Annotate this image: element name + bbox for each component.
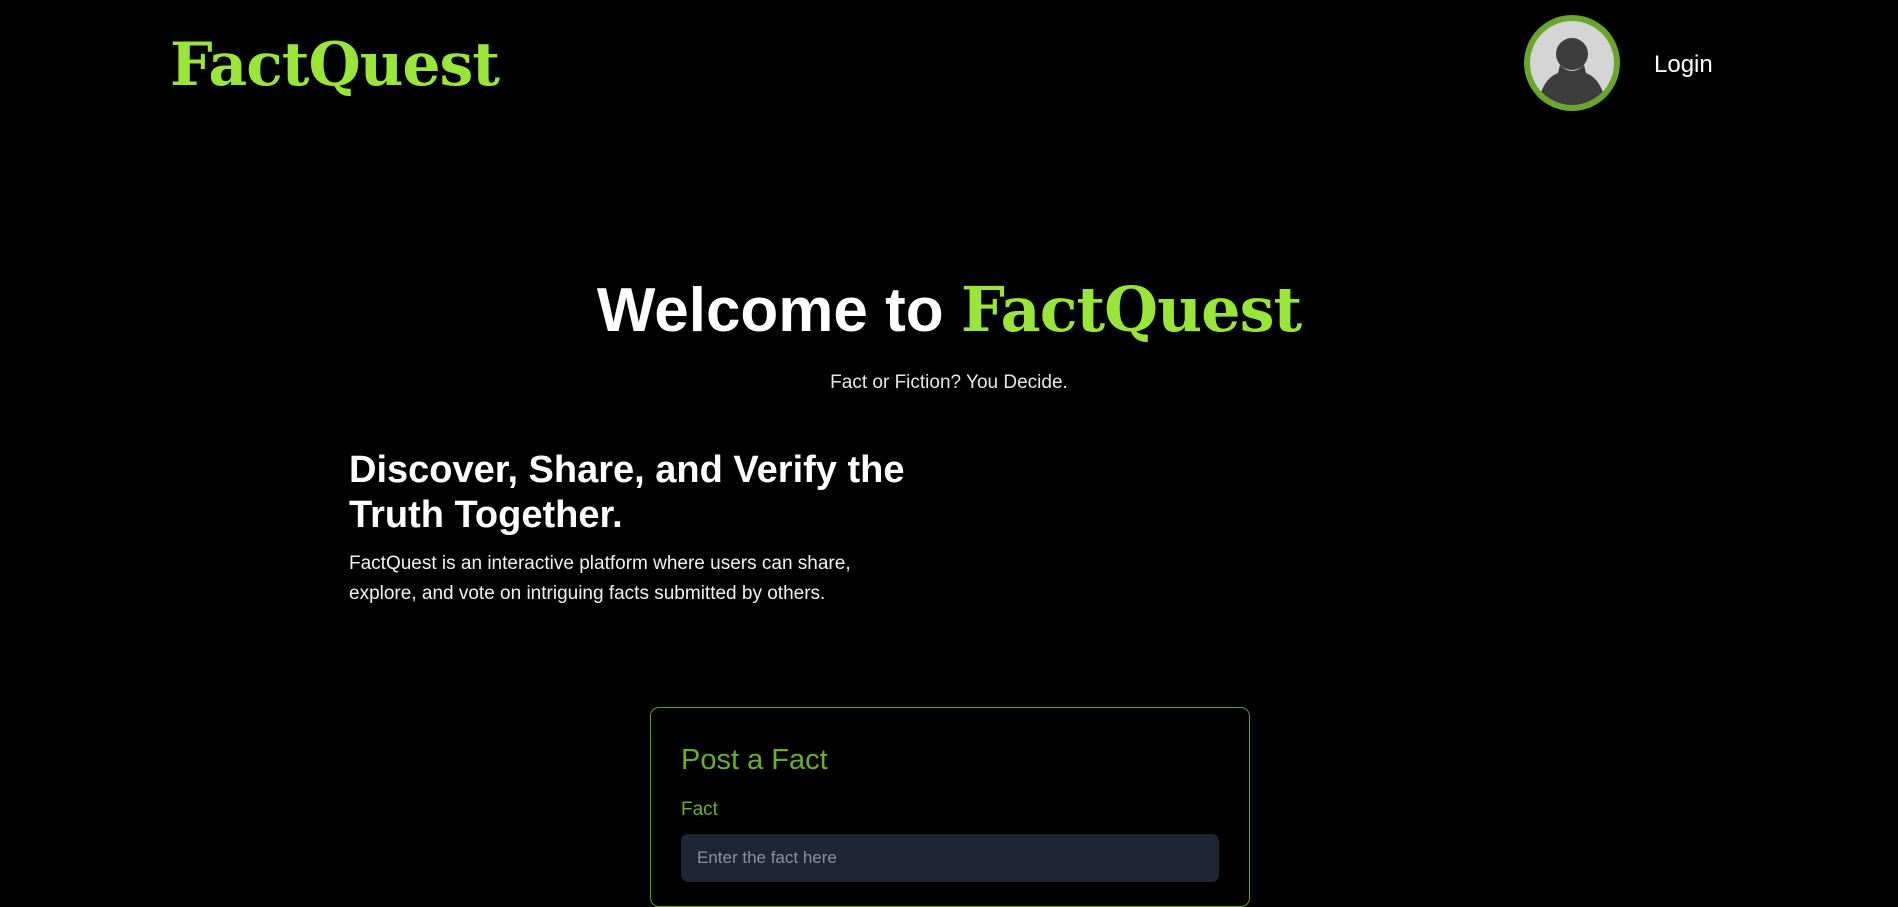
site-logo[interactable]: FactQuest	[170, 30, 500, 100]
post-fact-title: Post a Fact	[681, 744, 828, 776]
user-silhouette-icon	[1530, 21, 1614, 105]
fact-field-label: Fact	[681, 799, 718, 820]
hero-title-brand: FactQuest	[960, 273, 1302, 346]
login-link[interactable]: Login	[1654, 50, 1713, 80]
intro-heading: Discover, Share, and Verify the Truth To…	[349, 449, 905, 536]
intro-text: FactQuest is an interactive platform whe…	[349, 553, 851, 604]
post-fact-card: Post a Fact Fact	[650, 707, 1250, 907]
hero-title: Welcome to FactQuest	[0, 270, 1898, 351]
user-avatar[interactable]	[1524, 15, 1620, 111]
hero-title-prefix: Welcome to	[596, 276, 961, 345]
hero-tagline: Fact or Fiction? You Decide.	[830, 372, 1068, 393]
fact-input[interactable]	[681, 834, 1219, 882]
